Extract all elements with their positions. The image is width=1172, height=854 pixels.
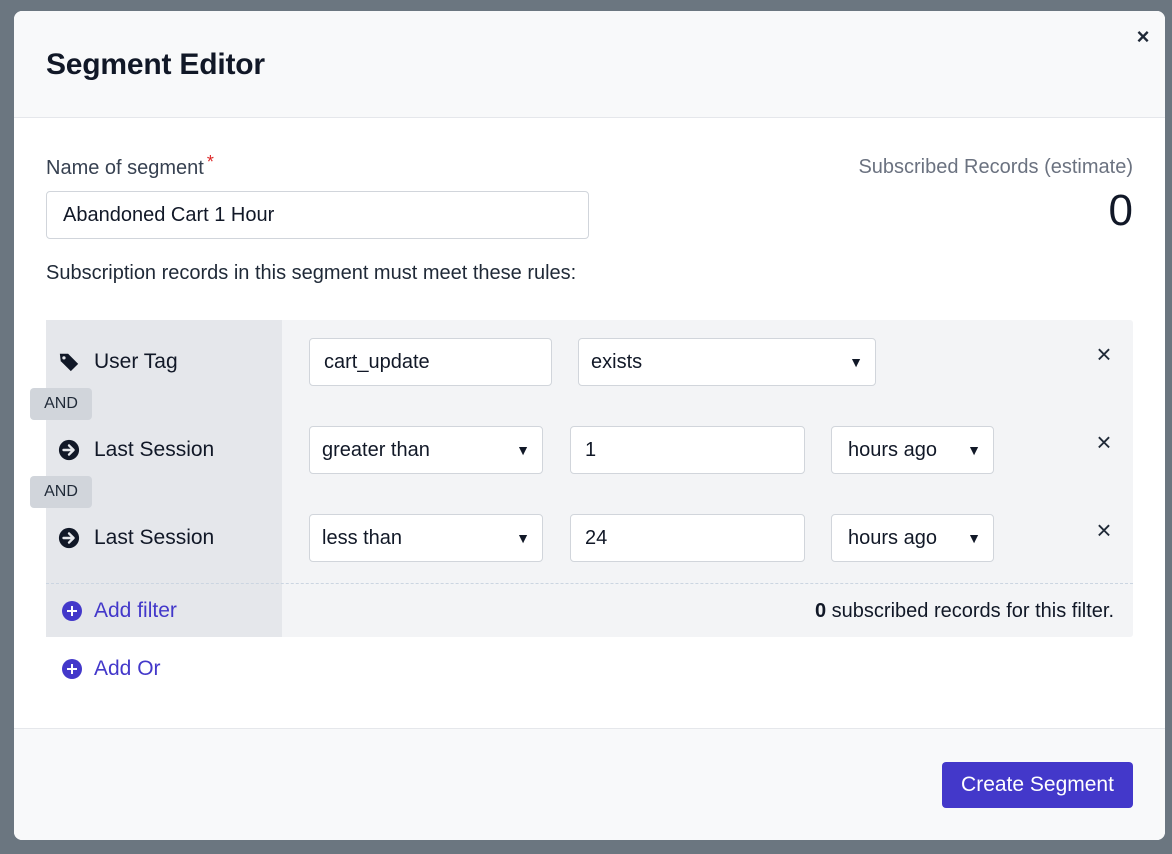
rules-description: Subscription records in this segment mus… [46,262,577,284]
estimate-label: Subscribed Records (estimate) [858,156,1133,178]
rules-box: User Tag cart_update exists ▼ × AND Last… [30,320,1133,637]
chevron-down-icon: ▼ [849,354,863,370]
rules-divider [46,583,1133,584]
add-filter-label: Add filter [94,599,177,622]
session-value: 24 [585,526,608,549]
estimate-value: 0 [1108,186,1133,235]
and-connector-2: AND [30,476,92,508]
segment-name-input[interactable] [46,191,589,239]
close-icon[interactable]: × [1131,25,1155,49]
session-unit-select-1[interactable]: hours ago ▼ [831,426,994,474]
filter-label-text: User Tag [94,350,178,373]
plus-circle-icon [62,601,82,621]
chevron-down-icon: ▼ [516,442,530,458]
remove-filter-button-3[interactable]: × [1092,517,1116,543]
segment-name-label: Name of segment * [46,152,214,180]
modal-footer: Create Segment [14,728,1165,840]
session-operator-value: less than [322,526,403,549]
chevron-down-icon: ▼ [967,442,981,458]
session-value: 1 [585,438,597,461]
add-filter-button[interactable]: Add filter [62,599,177,623]
and-connector-1: AND [30,388,92,420]
session-operator-select-2[interactable]: less than ▼ [309,514,543,562]
filter-label-user-tag: User Tag [58,350,178,374]
create-segment-button[interactable]: Create Segment [942,762,1133,808]
segment-editor-modal: Segment Editor × Name of segment* Subscr… [14,11,1165,840]
session-operator-select-1[interactable]: greater than ▼ [309,426,543,474]
filter-label-last-session: Last Session [58,526,214,550]
modal-header: Segment Editor × [14,11,1165,118]
session-value-input-1[interactable]: 1 [570,426,805,474]
filter-label-last-session: Last Session [58,438,214,462]
add-or-button[interactable]: Add Or [62,657,161,681]
plus-circle-icon [62,659,82,679]
tag-condition-select[interactable]: exists ▼ [578,338,876,386]
filter-count-text: 0 subscribed records for this filter. [815,600,1114,623]
tag-name-value: cart_update [324,350,430,373]
filter-count-number: 0 [814,600,827,622]
add-or-label: Add Or [94,657,161,680]
session-unit-value: hours ago [848,526,937,549]
arrow-circle-right-icon [58,439,80,461]
required-mark: * [206,152,214,172]
tag-name-input[interactable]: cart_update [309,338,552,386]
segment-name-label-text: Name of segment [46,157,204,179]
modal-title: Segment Editor [46,48,265,81]
tag-condition-value: exists [591,350,643,373]
session-unit-select-2[interactable]: hours ago ▼ [831,514,994,562]
filter-count-suffix: subscribed records for this filter. [826,600,1114,622]
chevron-down-icon: ▼ [516,530,530,546]
session-operator-value: greater than [322,438,430,461]
remove-filter-button-1[interactable]: × [1092,341,1116,367]
arrow-circle-right-icon [58,527,80,549]
remove-filter-button-2[interactable]: × [1092,429,1116,455]
tag-icon [59,353,79,372]
session-value-input-2[interactable]: 24 [570,514,805,562]
chevron-down-icon: ▼ [967,530,981,546]
filter-label-text: Last Session [94,526,215,549]
filter-label-text: Last Session [94,438,215,461]
session-unit-value: hours ago [848,438,937,461]
